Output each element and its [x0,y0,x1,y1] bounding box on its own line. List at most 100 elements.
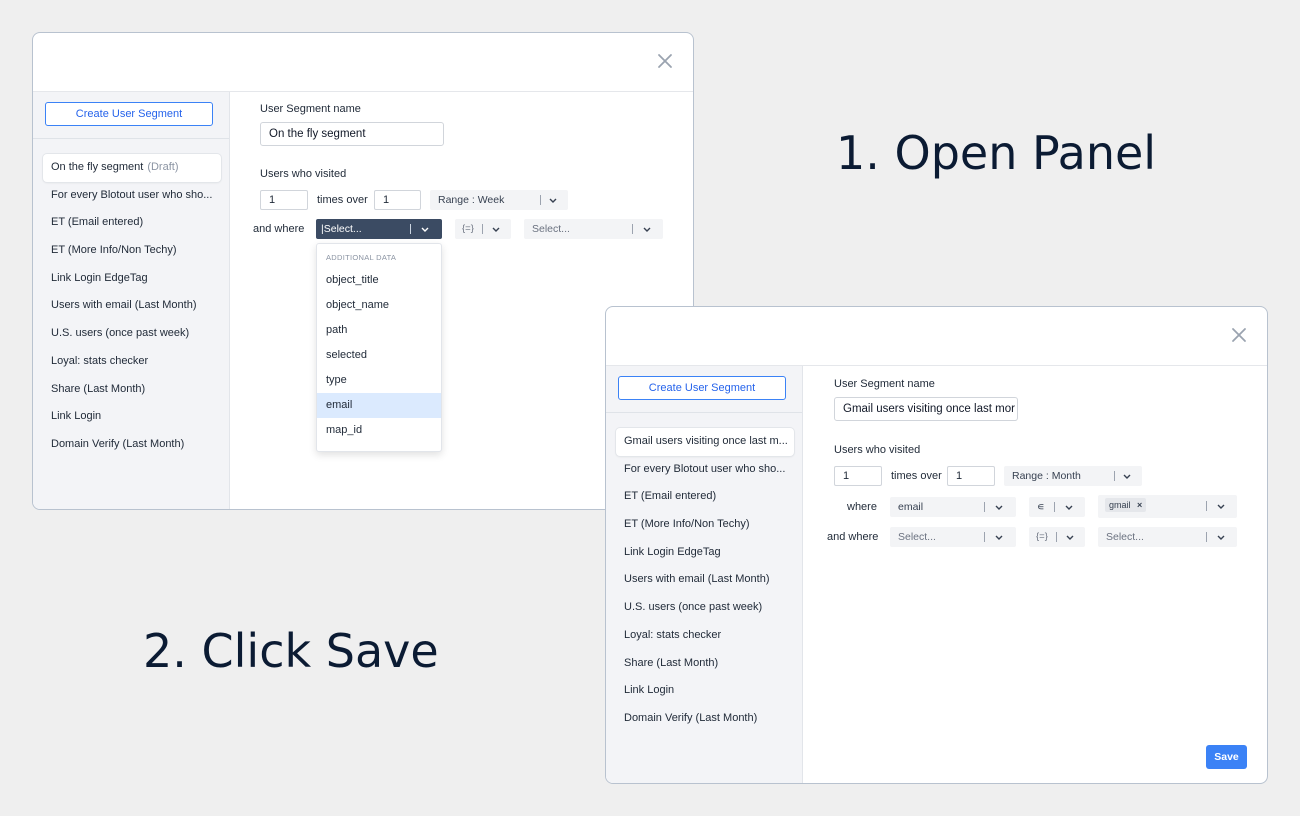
range-select-value: Range : Month [1012,470,1081,482]
dropdown-option[interactable]: object_title [317,268,441,293]
segment-list-item[interactable]: Loyal: stats checker [616,622,794,650]
times-over-label: times over [891,470,942,482]
times-count-input[interactable]: 1 [260,190,308,210]
panel-header [606,307,1267,366]
segment-list-item[interactable]: Link Login EdgeTag [43,265,221,293]
operator-select-value: {=} [1036,531,1048,542]
segment-list-item[interactable]: Loyal: stats checker [43,348,221,376]
period-count-input[interactable]: 1 [947,466,995,486]
property-select-value: |Select... [321,223,362,235]
range-select-value: Range : Week [438,194,505,206]
save-button[interactable]: Save [1206,745,1247,769]
segment-name-label: User Segment name [260,103,361,115]
close-icon[interactable] [655,51,675,71]
segment-panel-filled: Create User Segment Gmail users visiting… [605,306,1268,784]
users-visited-label: Users who visited [834,444,921,456]
segment-list: Gmail users visiting once last m... For … [616,428,794,733]
chevron-down-icon [1217,504,1225,509]
times-count-input[interactable]: 1 [834,466,882,486]
property-select[interactable]: |Select... [316,219,442,239]
chevron-down-icon [643,227,651,232]
period-count-input[interactable]: 1 [374,190,421,210]
operator-select-value: {=} [462,223,474,234]
and-where-label: and where [253,223,305,235]
chevron-down-icon [492,227,500,232]
remove-chip-icon[interactable]: × [1137,500,1142,510]
close-icon[interactable] [1229,325,1249,345]
dropdown-option[interactable]: map_id [317,418,441,443]
segment-list-item[interactable]: For every Blotout user who sho... [43,182,221,210]
and-where-label: and where [827,531,879,543]
segment-name-label: User Segment name [834,378,935,390]
segment-list-item[interactable]: Share (Last Month) [616,650,794,678]
segment-list: On the fly segment (Draft) For every Blot… [43,154,221,459]
sidebar-divider [33,138,229,139]
chevron-down-icon [1066,535,1074,540]
sidebar-divider [606,412,802,413]
segment-sidebar: Create User Segment On the fly segment (D… [33,92,230,509]
where-label: where [847,501,877,513]
operator-select[interactable]: {=} [455,219,511,239]
segment-list-item[interactable]: Users with email (Last Month) [616,566,794,594]
segment-list-item[interactable]: Share (Last Month) [43,376,221,404]
times-over-label: times over [317,194,368,206]
segment-name-input[interactable]: On the fly segment [260,122,444,146]
segment-panel-open: Create User Segment On the fly segment (D… [32,32,694,510]
draft-badge: (Draft) [147,161,179,173]
step-1-label: 1. Open Panel [836,126,1157,180]
dropdown-option[interactable]: object_name [317,293,441,318]
segment-list-item[interactable]: Domain Verify (Last Month) [43,431,221,459]
range-select[interactable]: Range : Week [430,190,568,210]
property-select[interactable]: email [890,497,1016,517]
chevron-down-icon [1123,474,1131,479]
users-visited-label: Users who visited [260,168,347,180]
segment-list-item-active[interactable]: Gmail users visiting once last m... [616,428,794,456]
operator-select-value: ∊ [1037,501,1045,513]
value-chip: gmail × [1105,498,1147,512]
value-select[interactable]: Select... [1098,527,1237,547]
chevron-down-icon [421,227,429,232]
property-select[interactable]: Select... [890,527,1016,547]
value-select-placeholder: Select... [532,223,570,235]
segment-list-item[interactable]: U.S. users (once past week) [616,594,794,622]
segment-list-item-active[interactable]: On the fly segment (Draft) [43,154,221,182]
segment-list-item[interactable]: ET (More Info/Non Techy) [616,511,794,539]
segment-list-item[interactable]: For every Blotout user who sho... [616,456,794,484]
segment-list-item[interactable]: Domain Verify (Last Month) [616,705,794,733]
value-chip-label: gmail [1109,500,1131,510]
dropdown-group-header: ADDITIONAL DATA [326,253,397,262]
value-select-placeholder: Select... [1106,531,1144,543]
segment-list-item-label: On the fly segment [51,161,144,173]
segment-list-item[interactable]: Users with email (Last Month) [43,292,221,320]
segment-list-item[interactable]: ET (Email entered) [616,483,794,511]
segment-list-item[interactable]: Link Login [616,677,794,705]
step-2-label: 2. Click Save [143,624,439,678]
create-user-segment-button[interactable]: Create User Segment [45,102,213,126]
range-select[interactable]: Range : Month [1004,466,1142,486]
segment-list-item[interactable]: ET (Email entered) [43,209,221,237]
dropdown-option[interactable]: path [317,318,441,343]
value-multiselect[interactable]: gmail × [1098,495,1237,518]
chevron-down-icon [549,198,557,203]
segment-list-item[interactable]: U.S. users (once past week) [43,320,221,348]
dropdown-option[interactable]: type [317,368,441,393]
operator-select[interactable]: ∊ [1029,497,1085,517]
segment-list-item[interactable]: Link Login [43,403,221,431]
dropdown-option-highlighted[interactable]: email [317,393,441,418]
segment-list-item[interactable]: Link Login EdgeTag [616,539,794,567]
chevron-down-icon [995,505,1003,510]
property-dropdown-menu: ADDITIONAL DATA object_title object_name… [316,243,442,452]
property-select-placeholder: Select... [898,531,936,543]
operator-select[interactable]: {=} [1029,527,1085,547]
chevron-down-icon [995,535,1003,540]
panel-header [33,33,693,92]
dropdown-option[interactable]: selected [317,343,441,368]
create-user-segment-button[interactable]: Create User Segment [618,376,786,400]
value-select[interactable]: Select... [524,219,663,239]
property-select-value: email [898,501,924,513]
segment-name-input[interactable]: Gmail users visiting once last mor [834,397,1018,421]
segment-sidebar: Create User Segment Gmail users visiting… [606,366,803,783]
segment-list-item[interactable]: ET (More Info/Non Techy) [43,237,221,265]
chevron-down-icon [1065,505,1073,510]
chevron-down-icon [1217,535,1225,540]
